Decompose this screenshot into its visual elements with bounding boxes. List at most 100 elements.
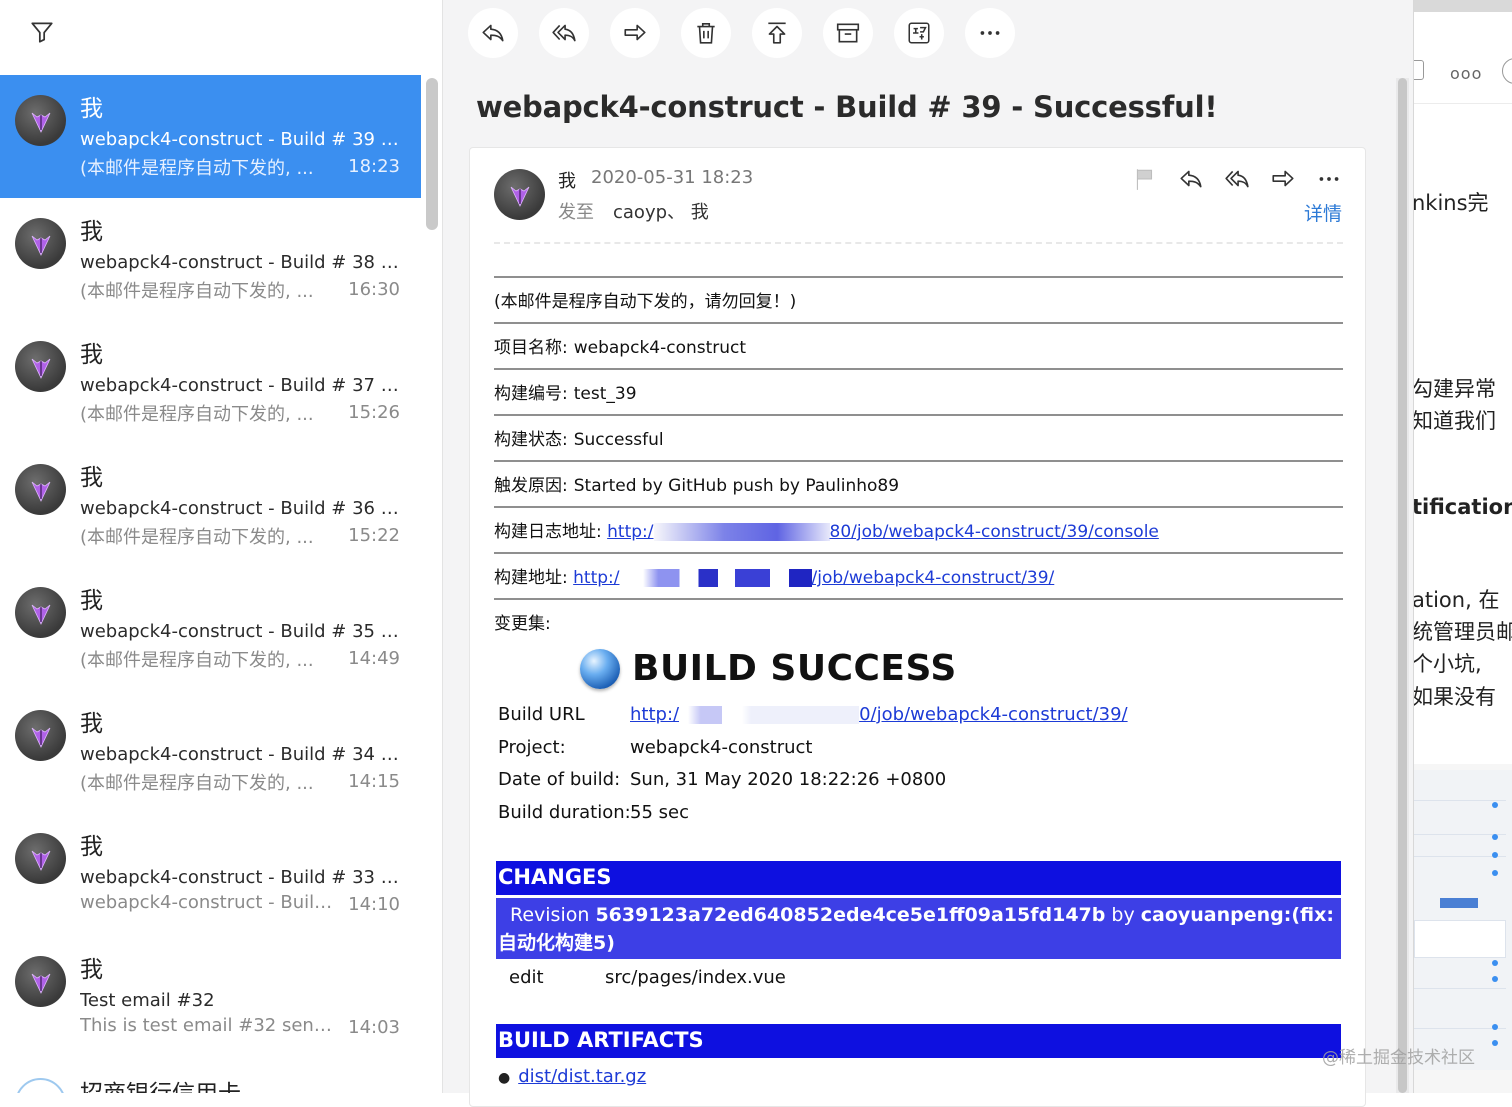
list-item-sender: 我 bbox=[80, 219, 103, 245]
list-item-partial[interactable]: 招商银行信用卡 bbox=[0, 1060, 421, 1093]
build-url-link[interactable]: http://job/webapck4-construct/39/ bbox=[573, 568, 1054, 588]
list-item[interactable]: 我 webapck4-construct - Build # 38 -... (本邮… bbox=[0, 198, 421, 321]
body-divider bbox=[494, 598, 1343, 600]
message-title: webapck4-construct - Build # 39 - Succes… bbox=[476, 90, 1218, 124]
card-forward-button[interactable] bbox=[1268, 164, 1298, 194]
more-icon bbox=[980, 31, 1000, 35]
field-build-url: 构建地址: http://job/webapck4-construct/39/ bbox=[494, 568, 1055, 588]
card-reply-button[interactable] bbox=[1176, 164, 1206, 194]
reading-pane: webapck4-construct - Build # 39 - Succes… bbox=[443, 0, 1413, 1107]
auto-notice: (本邮件是程序自动下发的，请勿回复！) bbox=[494, 292, 797, 312]
card-reply-all-button[interactable] bbox=[1222, 164, 1252, 194]
avatar bbox=[15, 710, 66, 761]
list-item-preview: (本邮件是程序自动下发的, ... bbox=[80, 650, 314, 671]
artifacts-header: BUILD ARTIFACTS bbox=[496, 1024, 1341, 1058]
changed-file-row: edit src/pages/index.vue bbox=[509, 967, 786, 988]
recipients[interactable]: caoyp、 我 bbox=[613, 198, 709, 224]
list-item-preview: (本邮件是程序自动下发的, ... bbox=[80, 773, 314, 794]
reading-scrollbar[interactable] bbox=[1396, 78, 1409, 1093]
list-item-sender: 我 bbox=[80, 465, 103, 491]
artifact-link[interactable]: dist/dist.tar.gz bbox=[518, 1066, 646, 1087]
field-console-log: 构建日志地址: http:/80/job/webapck4-construct/… bbox=[494, 522, 1159, 542]
body-divider bbox=[494, 552, 1343, 554]
details-link[interactable]: 详情 bbox=[1304, 199, 1342, 226]
build-success-text: BUILD SUCCESS bbox=[632, 648, 957, 689]
build-success-heading: BUILD SUCCESS bbox=[580, 648, 957, 689]
body-divider bbox=[494, 414, 1343, 416]
avatar bbox=[15, 587, 66, 638]
revision-hash: 5639123a72ed640852ede4ce5e1ff09a15fd147b bbox=[595, 904, 1106, 926]
list-item-subject: webapck4-construct - Build # 33 -... bbox=[80, 867, 400, 888]
watermark: @稀土掘金技术社区 bbox=[1322, 1048, 1475, 1068]
list-item-time: 15:22 bbox=[348, 525, 400, 546]
avatar bbox=[15, 95, 66, 146]
flag-button[interactable] bbox=[1130, 164, 1160, 194]
list-item-preview: (本邮件是程序自动下发的, ... bbox=[80, 404, 314, 425]
embedded-screenshot bbox=[1414, 770, 1512, 1070]
recipients-label: 发至 bbox=[558, 202, 594, 223]
list-item-time: 15:26 bbox=[348, 402, 400, 423]
list-item-preview: (本邮件是程序自动下发的, ... bbox=[80, 281, 314, 302]
list-item-sender: 我 bbox=[80, 96, 103, 122]
console-log-link[interactable]: http:/80/job/webapck4-construct/39/conso… bbox=[607, 522, 1159, 542]
body-divider bbox=[494, 322, 1343, 324]
translate-button[interactable] bbox=[894, 8, 944, 58]
background-window: ooo nkins完 勾建异常 知道我们 tification ation, 在… bbox=[1413, 0, 1512, 1093]
list-item-preview: (本邮件是程序自动下发的, ... bbox=[80, 527, 314, 548]
body-divider bbox=[494, 276, 1343, 278]
filter-icon[interactable] bbox=[28, 18, 56, 46]
more-icon bbox=[1319, 177, 1339, 181]
reply-button[interactable] bbox=[468, 8, 518, 58]
list-item-subject: Test email #32 bbox=[80, 990, 215, 1011]
list-item[interactable]: 我 webapck4-construct - Build # 39 -... (本邮… bbox=[0, 75, 421, 198]
list-item[interactable]: 我 webapck4-construct - Build # 33 -... web… bbox=[0, 813, 421, 936]
list-item[interactable]: 我 webapck4-construct - Build # 37 -... (本邮… bbox=[0, 321, 421, 444]
list-item[interactable]: 我 webapck4-construct - Build # 35 -... (本邮… bbox=[0, 567, 421, 690]
field-trigger-cause: 触发原因: Started by GitHub push by Paulinho8… bbox=[494, 476, 900, 496]
list-item-subject: webapck4-construct - Build # 39 -... bbox=[80, 129, 400, 150]
sender-avatar[interactable] bbox=[494, 169, 545, 220]
list-item[interactable]: 我 webapck4-construct - Build # 34 -... (本邮… bbox=[0, 690, 421, 813]
changeset-label: 变更集: bbox=[494, 614, 551, 634]
reply-icon bbox=[1180, 170, 1202, 188]
forward-button[interactable] bbox=[610, 8, 660, 58]
list-item-subject: webapck4-construct - Build # 37 -... bbox=[80, 375, 400, 396]
changes-header: CHANGES bbox=[496, 861, 1341, 895]
list-item-time: 18:23 bbox=[348, 156, 400, 177]
field-project: 项目名称: webapck4-construct bbox=[494, 338, 747, 358]
body-divider bbox=[494, 506, 1343, 508]
message-actions bbox=[1130, 164, 1344, 194]
move-to-top-button[interactable] bbox=[752, 8, 802, 58]
more-icon: ooo bbox=[1450, 64, 1483, 83]
list-item-sender: 我 bbox=[80, 342, 103, 368]
delete-button[interactable] bbox=[681, 8, 731, 58]
card-more-button[interactable] bbox=[1314, 164, 1344, 194]
list-scrollbar[interactable] bbox=[426, 78, 438, 230]
list-item[interactable]: 我 Test email #32 This is test email #32 se… bbox=[0, 936, 421, 1059]
list-item-preview: This is test email #32 sent f... bbox=[80, 1015, 338, 1036]
list-item-time: 14:15 bbox=[348, 771, 400, 792]
list-item-sender: 我 bbox=[80, 588, 103, 614]
avatar bbox=[15, 341, 66, 392]
build-info-url-link[interactable]: http:/0/job/webapck4-construct/39/ bbox=[630, 704, 1128, 725]
revision-entry: Revision 5639123a72ed640852ede4ce5e1ff09… bbox=[496, 898, 1341, 959]
avatar bbox=[15, 956, 66, 1007]
message-list-pane: 我 webapck4-construct - Build # 39 -... (本邮… bbox=[0, 0, 443, 1093]
sender-name[interactable]: 我 bbox=[558, 167, 576, 193]
list-item-subject: webapck4-construct - Build # 38 -... bbox=[80, 252, 400, 273]
list-item[interactable]: 我 webapck4-construct - Build # 36 -... (本邮… bbox=[0, 444, 421, 567]
avatar bbox=[15, 833, 66, 884]
translate-icon bbox=[908, 22, 930, 44]
body-divider bbox=[494, 460, 1343, 462]
more-button[interactable] bbox=[965, 8, 1015, 58]
tag-icon bbox=[1414, 60, 1424, 80]
list-item-time: 16:30 bbox=[348, 279, 400, 300]
list-item-sender: 我 bbox=[80, 711, 103, 737]
reply-all-button[interactable] bbox=[539, 8, 589, 58]
flag-icon bbox=[1136, 169, 1153, 190]
message-toolbar bbox=[468, 8, 1015, 58]
status-orb-icon bbox=[580, 648, 620, 689]
field-build-status: 构建状态: Successful bbox=[494, 430, 664, 450]
archive-button[interactable] bbox=[823, 8, 873, 58]
message-date: 2020-05-31 18:23 bbox=[591, 167, 754, 188]
